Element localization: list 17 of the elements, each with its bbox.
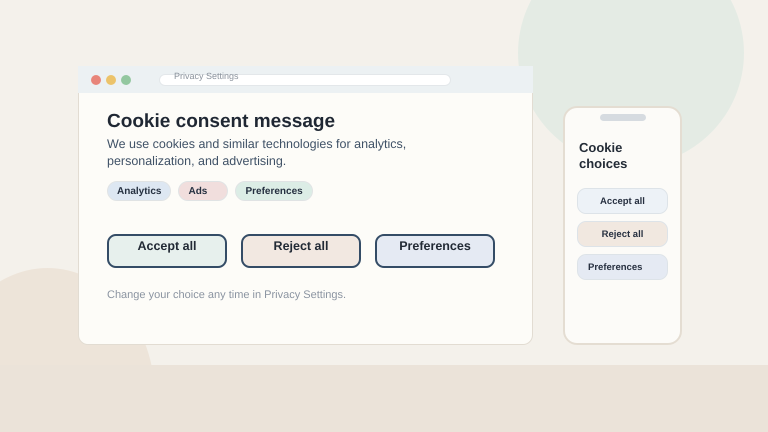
phone-notch [600, 114, 646, 121]
close-dot-icon[interactable] [91, 74, 101, 84]
category-tag: Ads [178, 181, 228, 201]
footnote: Change your choice any time in Privacy Settings. [107, 289, 348, 301]
consent-message: We use cookies and similar technologies for analytics, personalization, and advertising. [107, 136, 407, 170]
category-tag: Preferences [235, 181, 313, 201]
maximize-dot-icon[interactable] [121, 74, 131, 84]
category-tag: Analytics [107, 181, 172, 201]
consent-button[interactable]: Accept all [577, 188, 668, 214]
consent-button[interactable]: Reject all [577, 221, 668, 247]
consent-button[interactable]: Reject all [241, 234, 361, 268]
minimize-dot-icon[interactable] [106, 74, 116, 84]
consent-button[interactable]: Accept all [107, 234, 227, 268]
phone-title: Cookie choices [579, 140, 628, 172]
consent-button[interactable]: Preferences [577, 254, 668, 280]
dialog-title: Cookie consent message [107, 111, 336, 133]
consent-button[interactable]: Preferences [375, 234, 495, 268]
